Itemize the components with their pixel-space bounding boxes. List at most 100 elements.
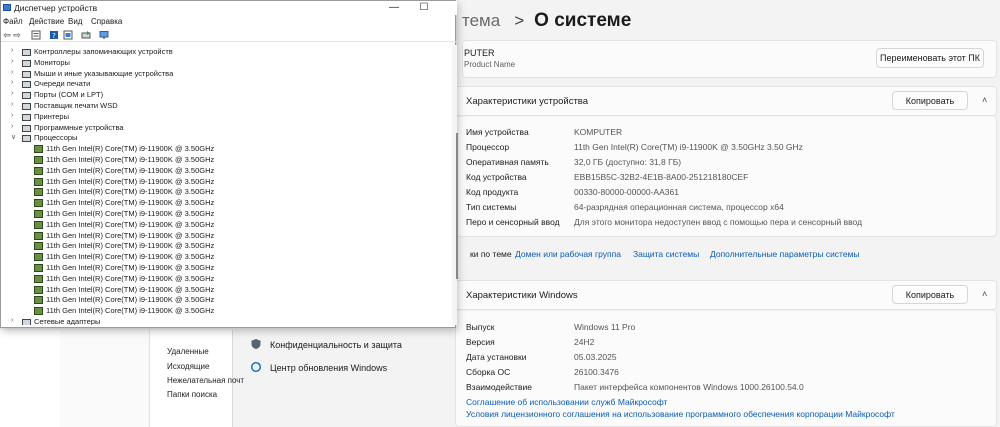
tree-processor[interactable]: 11th Gen Intel(R) Core(TM) i9-11900K @ 3…	[1, 241, 441, 252]
breadcrumb-parent[interactable]: тема	[462, 11, 500, 31]
spec-value: EBB15B5C-32B2-4E1B-8A00-251218180CEF	[574, 172, 749, 182]
tree-processor[interactable]: 11th Gen Intel(R) Core(TM) i9-11900K @ 3…	[1, 295, 441, 306]
menu-help[interactable]: Справка	[91, 17, 122, 26]
tree-processor[interactable]: 11th Gen Intel(R) Core(TM) i9-11900K @ 3…	[1, 274, 441, 285]
tree-processor[interactable]: 11th Gen Intel(R) Core(TM) i9-11900K @ 3…	[1, 306, 441, 317]
spec-value: 11th Gen Intel(R) Core(TM) i9-11900K @ 3…	[574, 142, 803, 152]
page-title: О системе	[534, 10, 632, 31]
processor-label: 11th Gen Intel(R) Core(TM) i9-11900K @ 3…	[46, 284, 215, 294]
nav-privacy-security[interactable]: Конфиденциальность и защита	[270, 340, 402, 350]
processor-label: 11th Gen Intel(R) Core(TM) i9-11900K @ 3…	[46, 155, 215, 164]
shield-icon	[251, 339, 261, 349]
maximize-button[interactable]: ☐	[411, 1, 437, 14]
help-icon[interactable]: ?	[49, 30, 59, 40]
tree-category[interactable]: › Программные устройства	[1, 123, 441, 134]
tree-category[interactable]: › Мыши и иные указывающие устройства	[1, 69, 441, 80]
forward-icon[interactable]: ⇨	[12, 30, 22, 40]
tree-processor[interactable]: 11th Gen Intel(R) Core(TM) i9-11900K @ 3…	[1, 220, 441, 231]
tree-processor[interactable]: 11th Gen Intel(R) Core(TM) i9-11900K @ 3…	[1, 187, 441, 198]
system-protection-link[interactable]: Защита системы	[633, 249, 699, 259]
tree-processor[interactable]: 11th Gen Intel(R) Core(TM) i9-11900K @ 3…	[1, 263, 441, 274]
tree-processor[interactable]: 11th Gen Intel(R) Core(TM) i9-11900K @ 3…	[1, 231, 441, 242]
device-category-icon	[22, 135, 31, 143]
processor-label: 11th Gen Intel(R) Core(TM) i9-11900K @ 3…	[46, 306, 215, 316]
expand-icon[interactable]: ›	[11, 58, 19, 65]
tree-processor[interactable]: 11th Gen Intel(R) Core(TM) i9-11900K @ 3…	[1, 166, 441, 177]
processor-label: 11th Gen Intel(R) Core(TM) i9-11900K @ 3…	[46, 273, 215, 283]
device-category-icon	[22, 70, 31, 78]
windows-spec-label: Сборка ОС	[466, 367, 511, 377]
expand-icon[interactable]: ›	[11, 101, 19, 108]
tree-processor[interactable]: 11th Gen Intel(R) Core(TM) i9-11900K @ 3…	[1, 155, 441, 166]
pc-product-name-label: Product Name	[464, 60, 516, 69]
tree-processor[interactable]: 11th Gen Intel(R) Core(TM) i9-11900K @ 3…	[1, 252, 441, 263]
expand-icon[interactable]: ›	[11, 112, 19, 119]
menu-view[interactable]: Вид	[68, 17, 82, 26]
menu-action[interactable]: Действие	[29, 17, 64, 26]
device-category-icon	[22, 124, 31, 132]
expand-icon[interactable]: ›	[11, 123, 19, 130]
back-icon[interactable]: ⇦	[2, 30, 12, 40]
category-label: Принтеры	[34, 111, 69, 121]
chevron-up-icon[interactable]: ˄	[982, 289, 987, 299]
tree-processor[interactable]: 11th Gen Intel(R) Core(TM) i9-11900K @ 3…	[1, 177, 441, 188]
spec-value: KOMPUTER	[574, 127, 623, 137]
title-bar[interactable]: Диспетчер устройств — ☐	[1, 1, 457, 15]
tree-category[interactable]: › Порты (COM и LPT)	[1, 90, 441, 101]
domain-workgroup-link[interactable]: Домен или рабочая группа	[515, 249, 621, 259]
tree-category[interactable]: › Контроллеры запоминающих устройств	[1, 47, 441, 58]
category-label: Поставщик печати WSD	[34, 101, 118, 110]
tree-category[interactable]: ∨ Процессоры	[1, 133, 441, 144]
expand-icon[interactable]: ›	[11, 317, 19, 324]
tree-category[interactable]: › Очереди печати	[1, 79, 441, 90]
copy-device-specs-button[interactable]: Копировать	[892, 91, 968, 110]
pc-name: PUTER	[464, 48, 495, 58]
tree-processor[interactable]: 11th Gen Intel(R) Core(TM) i9-11900K @ 3…	[1, 144, 441, 155]
expand-icon[interactable]: ›	[11, 79, 19, 86]
folder-junk[interactable]: Нежелательная почт	[167, 376, 244, 385]
properties-icon[interactable]	[31, 30, 41, 40]
windows-spec-label: Дата установки	[466, 352, 527, 362]
tree-processor[interactable]: 11th Gen Intel(R) Core(TM) i9-11900K @ 3…	[1, 285, 441, 296]
folder-outbox[interactable]: Исходящие	[167, 362, 209, 371]
processor-label: 11th Gen Intel(R) Core(TM) i9-11900K @ 3…	[46, 263, 215, 272]
menu-file[interactable]: Файл	[3, 17, 23, 26]
windows-spec-value: 24H2	[574, 337, 595, 347]
expand-icon[interactable]: ›	[11, 90, 19, 97]
category-label: Процессоры	[34, 133, 78, 143]
collapse-icon[interactable]: ∨	[11, 133, 19, 141]
ms-license-terms-link[interactable]: Условия лицензионного соглашения на испо…	[466, 409, 895, 419]
tree-category[interactable]: › Поставщик печати WSD	[1, 101, 441, 112]
advanced-system-settings-link[interactable]: Дополнительные параметры системы	[710, 249, 860, 259]
processor-icon	[34, 307, 43, 316]
spec-value: Для этого монитора недоступен ввод с пом…	[574, 217, 863, 227]
processor-icon	[34, 296, 43, 305]
windows-spec-value: Windows 11 Pro	[574, 322, 636, 332]
expand-icon[interactable]: ›	[11, 69, 19, 76]
tree-category[interactable]: › Сетевые адаптеры	[1, 317, 441, 325]
chevron-up-icon[interactable]: ˄	[982, 95, 987, 105]
spec-label: Код продукта	[466, 187, 519, 197]
folder-deleted[interactable]: Удаленные	[167, 347, 209, 356]
update-driver-icon[interactable]	[63, 30, 73, 40]
processor-label: 11th Gen Intel(R) Core(TM) i9-11900K @ 3…	[46, 165, 215, 175]
processor-label: 11th Gen Intel(R) Core(TM) i9-11900K @ 3…	[46, 252, 215, 262]
scan-hardware-icon[interactable]	[81, 30, 91, 40]
category-label: Мыши и иные указывающие устройства	[34, 68, 174, 78]
toolbar: ⇦ ⇨ ?	[1, 28, 457, 42]
windows-spec-value: 05.03.2025	[574, 352, 617, 362]
folder-search[interactable]: Папки поиска	[167, 390, 217, 399]
tree-category[interactable]: › Мониторы	[1, 58, 441, 69]
scrollbar-thumb[interactable]	[456, 133, 458, 279]
expand-icon[interactable]: ›	[11, 47, 19, 54]
ms-services-agreement-link[interactable]: Соглашение об использовании служб Майкро…	[466, 397, 667, 407]
tree-category[interactable]: › Принтеры	[1, 112, 441, 123]
rename-pc-button[interactable]: Переименовать этот ПК	[876, 48, 984, 68]
nav-windows-update[interactable]: Центр обновления Windows	[270, 363, 387, 373]
tree-processor[interactable]: 11th Gen Intel(R) Core(TM) i9-11900K @ 3…	[1, 198, 441, 209]
device-manager-window: Диспетчер устройств — ☐ Файл Действие Ви…	[0, 0, 458, 328]
tree-processor[interactable]: 11th Gen Intel(R) Core(TM) i9-11900K @ 3…	[1, 209, 441, 220]
monitor-icon[interactable]	[99, 30, 109, 40]
copy-windows-specs-button[interactable]: Копировать	[892, 285, 968, 304]
minimize-button[interactable]: —	[381, 1, 407, 14]
